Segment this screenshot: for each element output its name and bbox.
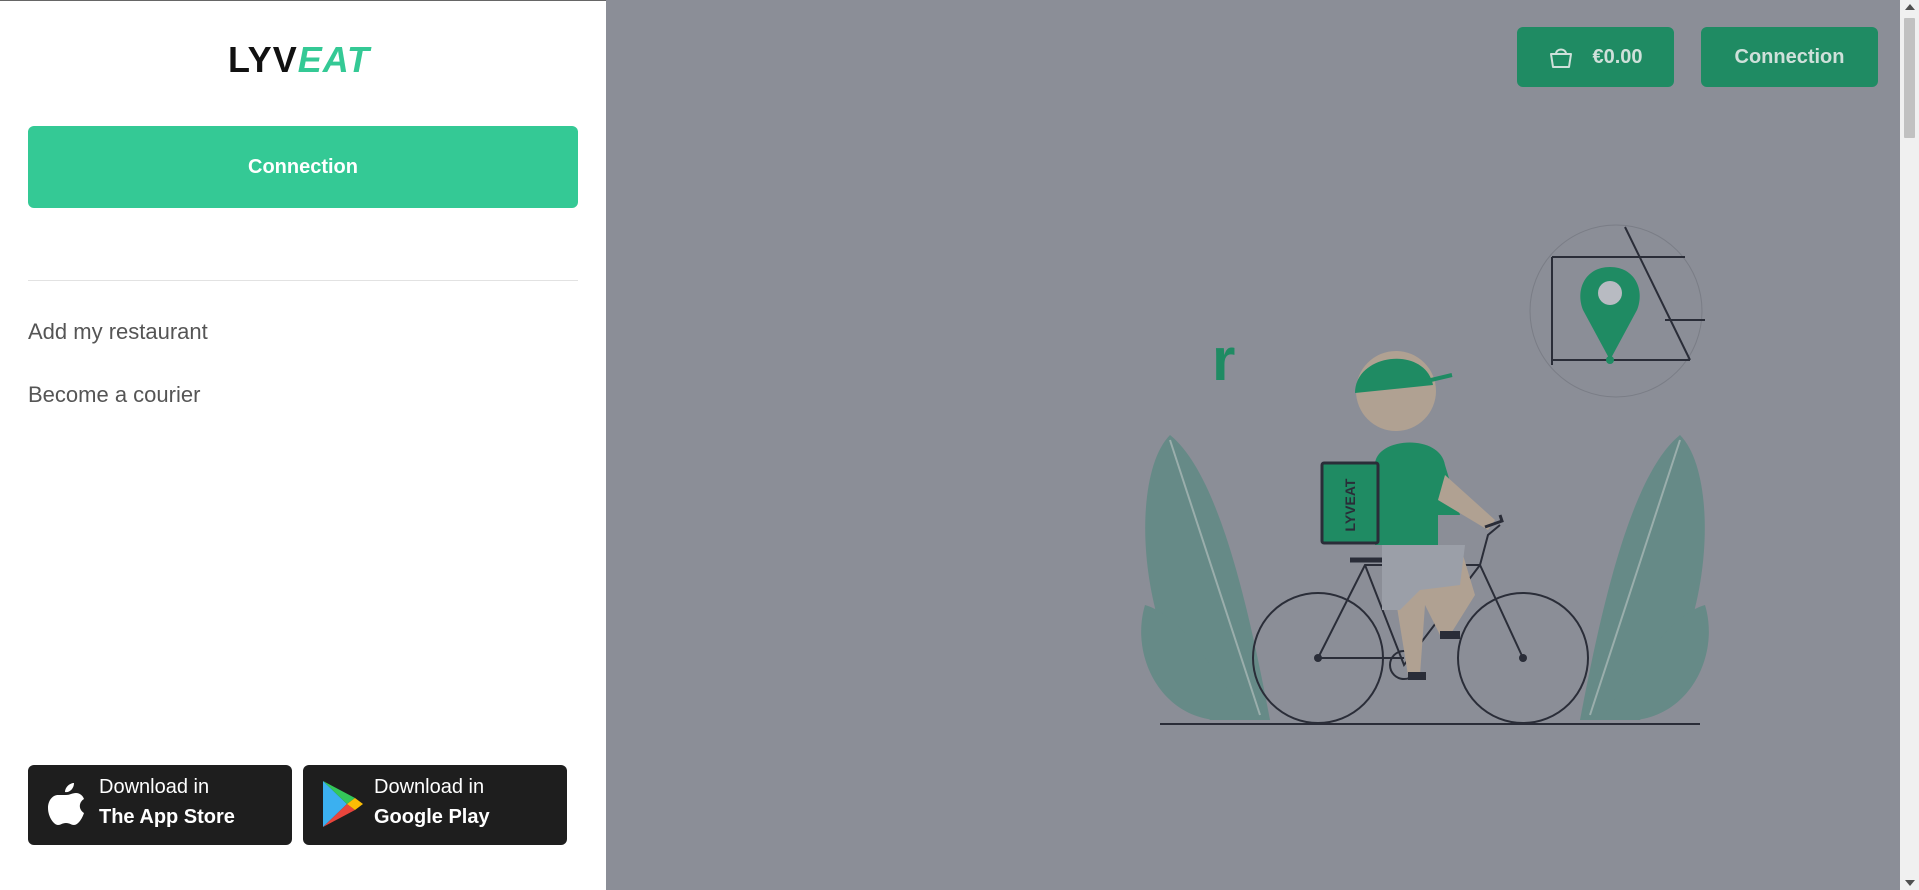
scroll-down-icon[interactable] xyxy=(1905,880,1915,886)
menu-item-become-courier[interactable]: Become a courier xyxy=(28,382,200,408)
courier-illustration: LYVEAT xyxy=(1141,224,1709,725)
google-play-line1: Download in xyxy=(374,776,485,798)
google-play-button[interactable]: Download in Google Play xyxy=(303,765,567,845)
scroll-thumb[interactable] xyxy=(1904,18,1915,138)
header-connection-button[interactable]: Connection xyxy=(1701,27,1878,87)
logo-part-eat: EAT xyxy=(297,39,371,80)
apple-icon xyxy=(48,783,84,825)
drawer-divider xyxy=(28,280,578,281)
bag-logo-text: LYVEAT xyxy=(1342,478,1358,531)
app-store-button[interactable]: Download in The App Store xyxy=(28,765,292,845)
app-store-line2: The App Store xyxy=(99,806,235,828)
menu-item-add-restaurant[interactable]: Add my restaurant xyxy=(28,319,208,345)
lyveat-logo[interactable]: LYVEAT xyxy=(228,39,370,81)
side-drawer: LYVEAT Connection Add my restaurant Beco… xyxy=(0,0,606,890)
google-play-icon xyxy=(323,781,363,827)
scrollbar[interactable] xyxy=(1900,0,1919,890)
location-pin-icon xyxy=(1580,267,1640,360)
google-play-line2: Google Play xyxy=(374,806,490,828)
cart-button[interactable]: €0.00 xyxy=(1517,27,1674,87)
scroll-up-icon[interactable] xyxy=(1905,4,1915,10)
logo-part-lyv: LYV xyxy=(228,39,298,80)
basket-icon xyxy=(1550,48,1573,68)
app-store-line1: Download in xyxy=(99,776,210,798)
cart-amount: €0.00 xyxy=(1592,45,1643,68)
drawer-connection-button[interactable]: Connection xyxy=(28,126,578,208)
